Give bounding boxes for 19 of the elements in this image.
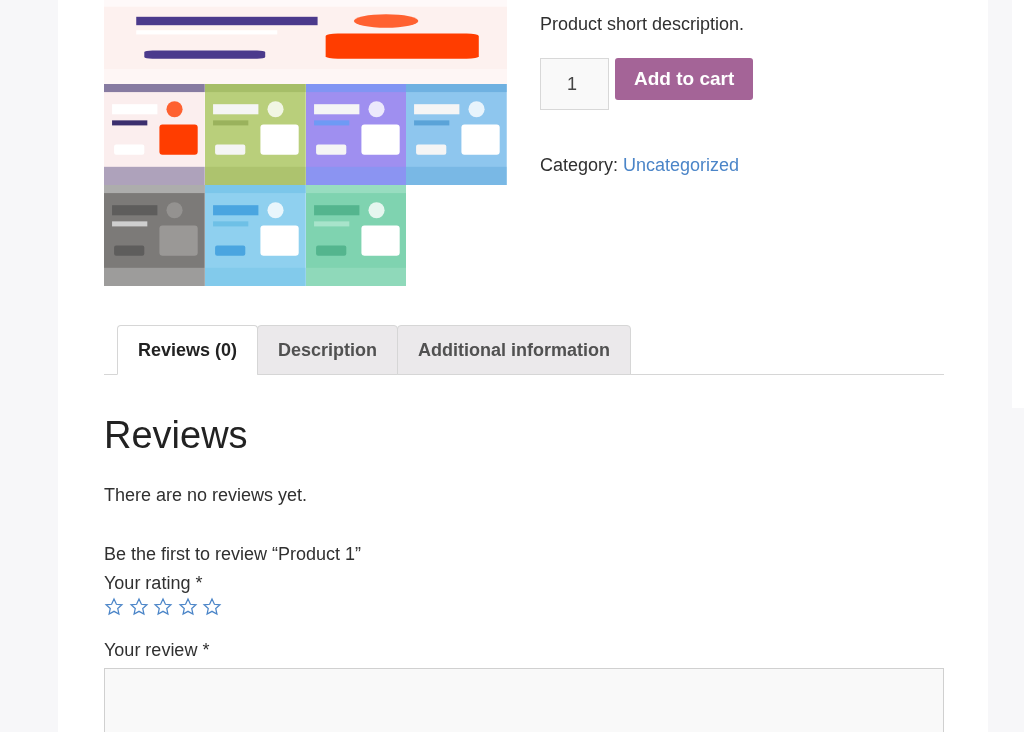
reviews-heading: Reviews	[104, 413, 249, 458]
review-form-title: Be the first to review “Product 1”	[104, 543, 363, 566]
star-rating[interactable]	[104, 597, 222, 617]
rating-label: Your rating *	[104, 572, 204, 595]
category-link[interactable]: Uncategorized	[623, 152, 740, 179]
star-icon[interactable]	[104, 597, 124, 617]
tab[interactable]: Additional information	[397, 325, 632, 375]
review-label: Your review *	[104, 639, 211, 662]
star-icon[interactable]	[177, 597, 198, 617]
star-icon[interactable]	[202, 597, 222, 617]
star-icon[interactable]	[153, 597, 173, 617]
no-reviews-message: There are no reviews yet.	[104, 484, 309, 507]
category-label: Category:	[540, 154, 619, 177]
quantity-field[interactable]: 1	[540, 58, 609, 110]
short-description: Product short description.	[540, 13, 746, 36]
star-icon[interactable]	[128, 597, 149, 617]
tab[interactable]: Description	[257, 325, 399, 375]
tab[interactable]: Reviews (0)	[117, 325, 259, 375]
add-to-cart-button[interactable]: Add to cart	[615, 58, 754, 100]
